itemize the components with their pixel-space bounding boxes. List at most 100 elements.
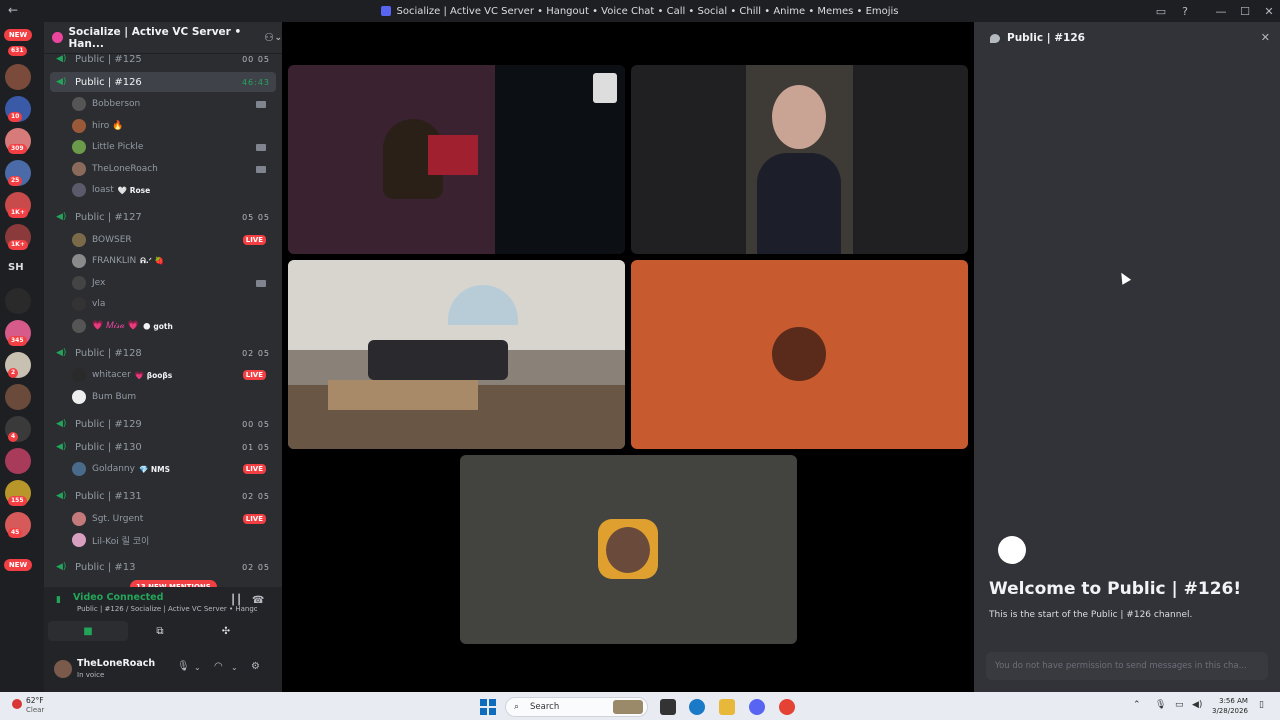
headphones-icon[interactable]: ◠ [214,661,223,672]
avatar [72,233,86,247]
avatar [72,162,86,176]
network-icon[interactable]: ▭ [1175,700,1184,710]
mouse-cursor [1116,270,1132,285]
voice-user[interactable]: Little Pickle [72,137,276,157]
video-tile[interactable] [288,260,625,449]
new-badge: NEW [4,559,32,571]
server-icon[interactable] [5,448,31,474]
activities-button[interactable]: ✣ [206,621,246,641]
maximize-icon[interactable]: ☐ [1236,2,1254,20]
voice-channel[interactable]: ◀) Public | #127 05 05 [50,207,276,227]
weather-widget[interactable]: 62°F Clear [10,696,70,718]
avatar [72,512,86,526]
back-arrow-icon[interactable]: ← [8,3,18,17]
edge-icon[interactable] [689,699,705,715]
camera-icon [256,279,266,287]
voice-user[interactable]: FRANKLIN ᕱ.ᐟ 🍓 [72,251,276,271]
file-explorer-icon[interactable] [719,699,735,715]
server-icon[interactable] [5,384,31,410]
speaker-icon: ◀) [56,562,67,572]
invite-people-icon[interactable]: ⚇ [264,31,274,44]
avatar [72,119,86,133]
avatar [72,276,86,290]
voice-user[interactable]: hiro 🔥 [72,116,276,136]
video-tile[interactable] [631,65,968,254]
avatar [72,97,86,111]
server-badge: 10 [8,112,23,122]
microphone-icon[interactable]: 🎙 [177,661,190,672]
speaker-icon: ◀) [56,212,67,222]
voice-user[interactable]: vla [72,294,276,314]
chevron-up-icon[interactable]: ⌃ [1133,700,1141,710]
search-icon: ⌕ [514,702,520,712]
close-window-icon[interactable]: ✕ [1260,2,1278,20]
voice-channel[interactable]: ◀) Public | #130 01 05 [50,437,276,457]
microphone-icon[interactable]: 🎙 [1155,700,1166,710]
voice-channel-path[interactable]: Public | #126 / Socialize | Active VC Se… [77,605,257,613]
chevron-down-icon[interactable]: ⌄ [194,663,201,672]
voice-user[interactable]: Sgt. Urgent LIVE [72,509,276,529]
window-title: Socialize | Active VC Server • Hangout •… [396,5,899,17]
channel-sidebar: Socialize | Active VC Server • Han... ⌄ … [44,22,282,693]
voice-user[interactable]: Goldanny 💎 NMS LIVE [72,459,276,479]
video-grid [282,22,974,692]
table [328,380,478,410]
voice-channel[interactable]: ◀) Public | #125 00 05 [50,49,276,69]
voice-user[interactable]: 💗 𝑀𝒾𝓈𝒶 💗 🌑 goth [72,316,276,336]
speaker-icon: ◀) [56,77,67,87]
chrome-icon[interactable] [779,699,795,715]
noise-suppression-icon[interactable]: ┃┃ [230,595,242,606]
voice-channel[interactable]: ◀) Public | #128 02 05 [50,343,276,363]
server-icon[interactable] [5,64,31,90]
voice-channel[interactable]: ◀) Public | #129 00 05 [50,414,276,434]
message-input[interactable]: You do not have permission to send messa… [986,652,1268,680]
title-bar: ← Socialize | Active VC Server • Hangout… [0,0,1280,22]
server-badge: 345 [8,336,27,346]
start-button[interactable] [480,699,496,715]
inbox-icon[interactable]: ▭ [1152,2,1170,20]
voice-channel-active[interactable]: ◀) Public | #126 46:43 [50,72,276,92]
volume-icon[interactable]: ◀) [1192,700,1202,710]
discord-icon[interactable] [749,699,765,715]
server-badge: 1K+ [8,240,28,250]
disconnect-icon[interactable]: ☎ [252,595,264,606]
settings-gear-icon[interactable]: ⚙ [251,661,260,672]
task-view-icon[interactable] [660,699,676,715]
avatar [72,140,86,154]
canadian-flag [428,135,478,175]
close-icon[interactable]: ✕ [1261,31,1270,44]
server-sh[interactable]: SH [8,262,24,273]
voice-user[interactable]: Bobberson [72,94,276,114]
voice-user[interactable]: Jex [72,273,276,293]
windows-logo-icon [480,699,487,706]
voice-channel[interactable]: ◀) Public | #13 02 05 [50,557,276,577]
voice-user[interactable]: whitacer 💗 βᴏᴏβs LIVE [72,365,276,385]
chevron-down-icon[interactable]: ⌄ [231,663,238,672]
notifications-icon[interactable]: ▯ [1259,700,1264,710]
avatar [72,183,86,197]
avatar[interactable] [54,660,72,678]
video-tile[interactable] [288,65,625,254]
taskbar-search[interactable]: ⌕ Search [505,697,648,717]
speaker-icon: ◀) [56,491,67,501]
voice-user[interactable]: TheLoneRoach [72,159,276,179]
server-icon[interactable] [5,288,31,314]
avatar [72,533,86,547]
voice-channel[interactable]: ◀) Public | #131 02 05 [50,486,276,506]
voice-status[interactable]: Video Connected [73,592,163,603]
signal-icon: ▮ [56,595,61,605]
audio-tile[interactable] [460,455,797,644]
screen-share-button[interactable]: ⧉ [140,621,180,641]
minimize-icon[interactable]: — [1212,2,1230,20]
camera-button[interactable]: ■ [48,621,128,641]
voice-user[interactable]: Lil-Koi 릴 코이 [72,530,276,550]
clock[interactable]: 3:56 AM 3/28/2026 [1212,696,1248,716]
username[interactable]: TheLoneRoach [77,658,155,669]
help-icon[interactable]: ? [1176,2,1194,20]
voice-connection-panel: ▮ Video Connected Public | #126 / Social… [44,587,282,663]
voice-user[interactable]: Bum Bum [72,387,276,407]
speaker-icon: ◀) [56,348,67,358]
audio-tile[interactable] [631,260,968,449]
voice-user[interactable]: loast 🤍 Rose [72,180,276,200]
voice-user[interactable]: BOWSER LIVE [72,230,276,250]
